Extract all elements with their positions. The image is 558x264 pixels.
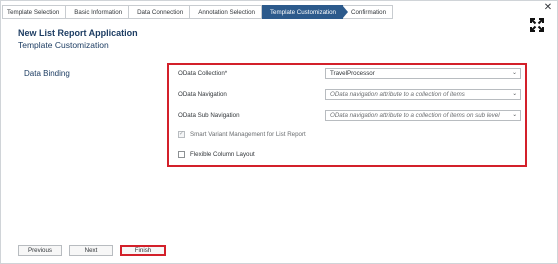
step-data-connection[interactable]: Data Connection: [129, 5, 191, 19]
step-confirmation[interactable]: Confirmation: [342, 5, 394, 19]
previous-button[interactable]: Previous: [18, 245, 62, 256]
flexible-column-checkbox[interactable]: [178, 150, 185, 158]
next-button[interactable]: Next: [69, 245, 113, 256]
step-template-customization[interactable]: Template Customization: [261, 5, 349, 19]
odata-navigation-label: OData Navigation: [178, 91, 227, 98]
step-template-selection[interactable]: Template Selection: [2, 5, 67, 19]
odata-navigation-placeholder: OData navigation attribute to a collecti…: [330, 91, 465, 98]
finish-button[interactable]: Finish: [120, 245, 166, 256]
odata-sub-navigation-label: OData Sub Navigation: [178, 112, 240, 119]
smart-variant-label: Smart Variant Management for List Report: [190, 130, 306, 138]
flexible-column-row: Flexible Column Layout: [178, 150, 255, 158]
flexible-column-label: Flexible Column Layout: [190, 150, 255, 158]
smart-variant-checkbox[interactable]: ✓: [178, 130, 185, 138]
odata-collection-select[interactable]: TravelProcessor ⌄: [325, 68, 521, 79]
chevron-down-icon[interactable]: ⌄: [512, 69, 517, 78]
close-icon[interactable]: ✕: [543, 3, 553, 13]
wizard-steps: Template Selection Basic Information Dat…: [2, 5, 394, 19]
chevron-down-icon[interactable]: ⌄: [512, 90, 517, 99]
smart-variant-row: ✓ Smart Variant Management for List Repo…: [178, 130, 306, 138]
step-annotation-selection[interactable]: Annotation Selection: [190, 5, 262, 19]
app-title: New List Report Application: [18, 28, 138, 38]
full-screen-icon[interactable]: [529, 17, 545, 33]
odata-collection-value: TravelProcessor: [330, 70, 375, 77]
odata-sub-navigation-select[interactable]: OData navigation attribute to a collecti…: [325, 110, 521, 121]
step-basic-information[interactable]: Basic Information: [66, 5, 130, 19]
odata-collection-label: OData Collection*: [178, 70, 228, 77]
wizard-dialog: Template Selection Basic Information Dat…: [0, 0, 558, 264]
page-title: Template Customization: [18, 40, 109, 50]
odata-sub-navigation-placeholder: OData navigation attribute to a collecti…: [330, 112, 500, 119]
odata-navigation-select[interactable]: OData navigation attribute to a collecti…: [325, 89, 521, 100]
data-binding-section-label: Data Binding: [24, 69, 70, 78]
chevron-down-icon[interactable]: ⌄: [512, 111, 517, 120]
